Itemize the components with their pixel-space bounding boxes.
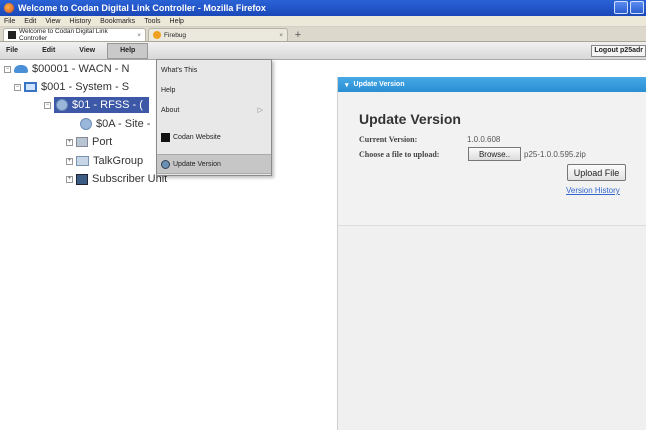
rfss-icon (56, 99, 68, 111)
menu-item-label: About (161, 106, 180, 114)
codan-icon (161, 132, 170, 142)
menu-item-whats-this[interactable]: What's This (157, 60, 271, 80)
collapse-icon[interactable]: − (4, 65, 11, 73)
tree-label: $00001 - WACN - N (32, 63, 130, 75)
submenu-arrow-icon: ▷ (257, 107, 263, 114)
current-version-value: 1.0.0.608 (467, 135, 501, 144)
menu-item-help[interactable]: Help (157, 80, 271, 100)
app-menu-edit[interactable]: Edit (30, 43, 67, 59)
expand-icon[interactable]: + (66, 157, 73, 165)
window-title: Welcome to Codan Digital Link Controller… (18, 3, 266, 13)
menu-item-label: Update Version (173, 160, 221, 168)
collapse-chevron-icon[interactable]: ▾ (345, 81, 349, 89)
tree-node-subscriber[interactable]: + Subscriber Unit (66, 171, 167, 187)
tree-label: TalkGroup (93, 155, 144, 167)
menu-item-update-version[interactable]: Update Version (157, 154, 271, 174)
tree-label: $001 - System - S (41, 81, 130, 93)
close-tab-icon[interactable]: × (279, 32, 283, 39)
menu-item-label: What's This (161, 66, 198, 74)
port-icon (76, 137, 88, 147)
tab-codan[interactable]: Welcome to Codan Digital Link Controller… (3, 28, 146, 42)
browser-menu-edit[interactable]: Edit (24, 18, 36, 25)
logout-button[interactable]: Logout p25adr (591, 44, 646, 57)
maximize-button[interactable] (630, 1, 644, 14)
tree-node-wacn[interactable]: − $00001 - WACN - N (4, 61, 129, 77)
close-tab-icon[interactable]: × (137, 32, 141, 39)
monitor-icon (24, 82, 37, 92)
tree-label: $0A - Site - (96, 118, 151, 130)
browser-menu-bookmarks[interactable]: Bookmarks (100, 18, 135, 25)
menu-item-label: Codan Website (173, 133, 221, 141)
browser-menubar: File Edit View History Bookmarks Tools H… (0, 16, 646, 27)
browser-menu-help[interactable]: Help (170, 18, 184, 25)
app-menu-help[interactable]: Help (107, 42, 149, 59)
tree-label: $01 - RFSS - ( (72, 99, 143, 111)
panel-header[interactable]: ▾ Update Version (338, 77, 646, 92)
browser-menu-tools[interactable]: Tools (144, 18, 160, 25)
tab-firebug[interactable]: Firebug × (148, 28, 288, 41)
menu-item-label: Help (161, 86, 176, 94)
app-menu-file[interactable]: File (0, 43, 30, 59)
selected-file-name: p25-1.0.0.595.zip (524, 150, 586, 159)
tab-label: Welcome to Codan Digital Link Controller (18, 28, 108, 42)
upload-file-button[interactable]: Upload File (567, 164, 626, 181)
version-history-link[interactable]: Version History (566, 186, 620, 195)
site-icon (80, 118, 92, 130)
collapse-icon[interactable]: − (14, 83, 21, 91)
minimize-button[interactable] (614, 1, 628, 14)
browser-menu-file[interactable]: File (4, 18, 15, 25)
window-controls (614, 1, 644, 14)
subscriber-icon (76, 173, 88, 185)
choose-file-label: Choose a file to upload: (359, 150, 440, 159)
firefox-icon (4, 3, 14, 13)
tree-label: Port (92, 136, 113, 148)
menu-item-codan-website[interactable]: Codan Website (157, 127, 271, 147)
firebug-icon (153, 31, 161, 39)
tab-label: Firebug (164, 31, 187, 39)
expand-icon[interactable]: + (66, 175, 73, 183)
talkgroup-icon (76, 156, 89, 166)
update-icon (161, 159, 170, 169)
tree-node-talkgroup[interactable]: + TalkGroup (66, 153, 143, 169)
tree-node-port[interactable]: + Port (66, 134, 112, 150)
window-titlebar: Welcome to Codan Digital Link Controller… (0, 0, 646, 16)
tree-selection: $01 - RFSS - ( (54, 97, 149, 113)
codan-favicon-icon (8, 31, 16, 39)
collapse-icon[interactable]: − (44, 101, 51, 109)
help-dropdown-menu: What's This Help About ▷ Codan Website U… (156, 59, 272, 176)
update-version-panel: ▾ Update Version Update Version Current … (337, 77, 646, 430)
browser-menu-view[interactable]: View (45, 18, 60, 25)
tree-node-site[interactable]: $0A - Site - (80, 116, 150, 132)
tree-node-system[interactable]: − $001 - System - S (14, 79, 129, 95)
page-title: Update Version (359, 111, 461, 127)
expand-icon[interactable]: + (66, 138, 73, 146)
browse-button[interactable]: Browse.. (468, 147, 521, 161)
menu-item-about[interactable]: About ▷ (157, 100, 271, 120)
browser-tabstrip: Welcome to Codan Digital Link Controller… (0, 27, 646, 42)
cloud-icon (14, 65, 28, 73)
new-tab-button[interactable]: + (290, 28, 306, 41)
app-menubar: File Edit View Help Logout p25adr (0, 42, 646, 60)
tree-node-rfss[interactable]: − $01 - RFSS - ( (44, 97, 149, 113)
browser-menu-history[interactable]: History (69, 18, 91, 25)
current-version-label: Current Version: (359, 135, 418, 144)
panel-header-title: Update Version (353, 81, 405, 88)
panel-body: Update Version Current Version: 1.0.0.60… (338, 92, 646, 226)
app-menu-view[interactable]: View (67, 43, 107, 59)
